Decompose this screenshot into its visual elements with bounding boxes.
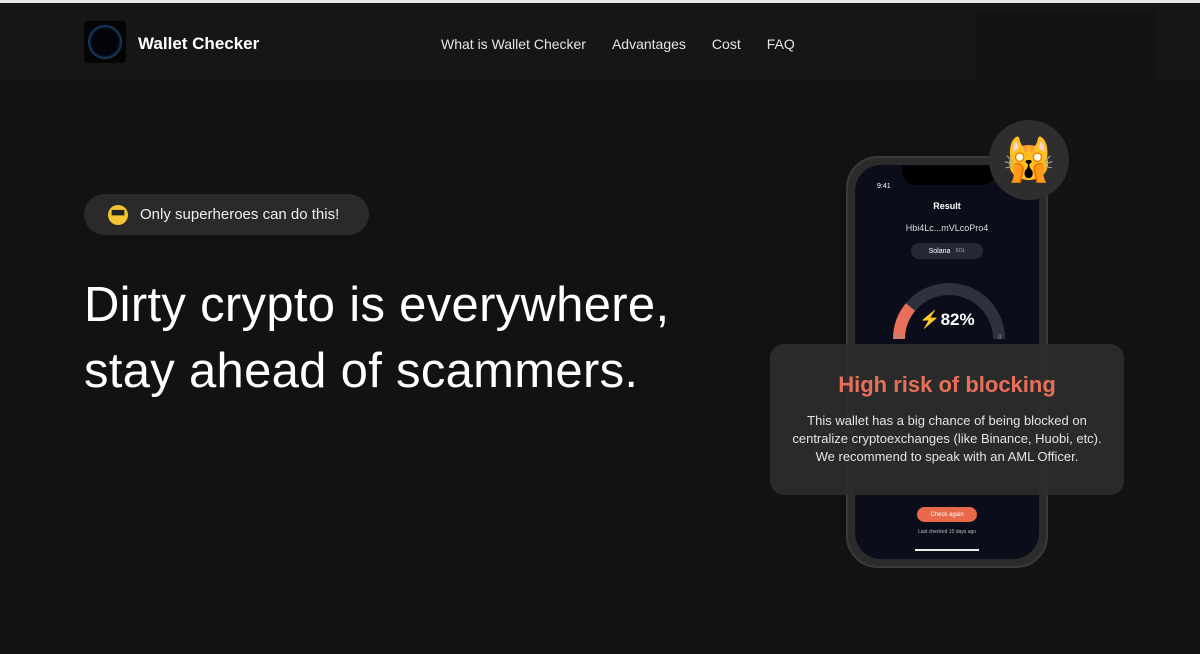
check-again-button[interactable]: Check again [917, 507, 977, 522]
logo-icon[interactable] [84, 21, 126, 63]
badge-text: Only superheroes can do this! [140, 206, 340, 223]
nav-cost[interactable]: Cost [712, 36, 741, 52]
status-time: 9:41 [877, 183, 891, 190]
header-dark-panel [975, 11, 1155, 81]
brand-name[interactable]: Wallet Checker [138, 34, 259, 54]
result-title: Result [933, 201, 961, 211]
nav-advantages[interactable]: Advantages [612, 36, 686, 52]
chain-ticker: SOL [955, 248, 966, 254]
header: Wallet Checker What is Wallet Checker Ad… [0, 3, 1200, 81]
last-checked: Last checked 10 days ago [917, 529, 977, 535]
sunglasses-emoji-icon: ▀▀ [108, 204, 128, 225]
phone-notch [903, 165, 995, 185]
wallet-address: Hbi4Lc...mVLcoPro4 [905, 223, 989, 233]
risk-description: This wallet has a big chance of being bl… [792, 413, 1102, 464]
nav-faq[interactable]: FAQ [767, 36, 795, 52]
scared-cat-emoji-icon: 🙀 [989, 120, 1069, 200]
risk-title: High risk of blocking [838, 372, 1056, 397]
chain-badge: Solana SOL [911, 243, 983, 259]
lightning-icon: ⚡ [919, 310, 941, 329]
main-nav: What is Wallet Checker Advantages Cost F… [441, 36, 795, 52]
nav-what-is[interactable]: What is Wallet Checker [441, 36, 586, 52]
risk-percent: ⚡82% [919, 310, 975, 329]
chain-name: Solana [928, 247, 951, 255]
hero-title: Dirty crypto is everywhere, stay ahead of… [84, 278, 670, 398]
gauge-min-label: 100 [893, 335, 904, 341]
home-indicator [915, 549, 979, 551]
result-card: High risk of blocking This wallet has a … [770, 344, 1124, 495]
hero-badge: ▀▀ Only superheroes can do this! [84, 194, 369, 235]
gauge-max-label: 0 [998, 335, 1002, 341]
